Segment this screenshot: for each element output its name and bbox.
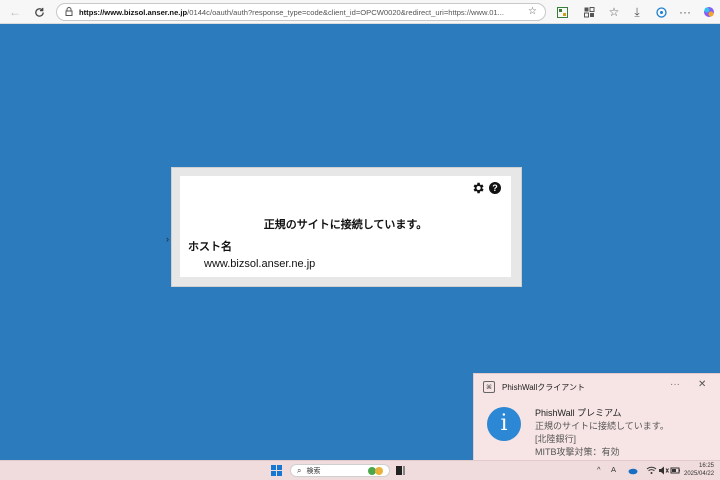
notification-close-button[interactable]: ✕ <box>698 379 706 390</box>
help-icon[interactable]: ? <box>489 182 501 194</box>
phishwall-app-icon: ⌘ <box>483 381 495 393</box>
back-icon[interactable]: ← <box>6 3 24 21</box>
favorite-star-icon[interactable]: ☆ <box>528 6 537 17</box>
dialog-title: 正規のサイトに接続しています。 <box>263 219 428 231</box>
windows-start-icon[interactable] <box>271 465 282 476</box>
notification-toast[interactable]: ⌘ PhishWallクライアント ··· ✕ i PhishWall プレミア… <box>473 373 720 460</box>
favorites-icon[interactable]: ☆ <box>605 3 623 21</box>
clock-date: 2025/04/22 <box>684 470 715 477</box>
extension-grid-icon[interactable] <box>580 3 598 21</box>
taskbar-search[interactable]: ⌕ 検索 <box>290 464 390 477</box>
info-icon: i <box>487 407 521 441</box>
tray-overflow-icon[interactable]: ^ <box>597 465 601 474</box>
clock-time: 16:25 <box>698 463 714 469</box>
downloads-icon[interactable]: ⤓ <box>628 3 646 21</box>
notification-app-name: PhishWallクライアント <box>502 383 585 392</box>
search-highlight-icon <box>368 467 383 475</box>
notification-line: 正規のサイトに接続しています。 <box>535 421 669 431</box>
volume-icon[interactable] <box>658 465 669 476</box>
url-host: https://www.bizsol.anser.ne.jp <box>79 7 188 17</box>
performance-icon[interactable] <box>652 3 670 21</box>
notification-title: PhishWall プレミアム <box>535 408 622 418</box>
notification-line: MITB攻撃対策：有効 <box>535 447 620 457</box>
taskbar: ⌕ 検索 ^ A 16:25 2025/04/22 <box>0 460 720 480</box>
system-clock[interactable]: 16:25 2025/04/22 <box>684 463 714 478</box>
copilot-icon[interactable] <box>700 3 718 21</box>
task-view-icon[interactable] <box>395 465 406 476</box>
host-name-value: www.bizsol.anser.ne.jp <box>204 258 316 270</box>
settings-gear-icon[interactable] <box>471 181 485 195</box>
more-menu-icon[interactable]: ··· <box>676 3 694 21</box>
search-icon: ⌕ <box>297 465 302 475</box>
extension-qr-icon[interactable] <box>553 3 571 21</box>
address-bar[interactable]: https://www.bizsol.anser.ne.jp/0144c/oau… <box>56 3 546 21</box>
ime-indicator[interactable]: A <box>611 465 616 474</box>
wifi-icon[interactable] <box>646 465 657 476</box>
dialog-content: ? 正規のサイトに接続しています。 ホスト名 www.bizsol.anser.… <box>180 176 511 277</box>
search-placeholder: 検索 <box>306 467 321 475</box>
onedrive-icon[interactable] <box>627 465 638 476</box>
notification-line: [北陸銀行] <box>535 434 577 444</box>
notification-more-button[interactable]: ··· <box>670 379 680 390</box>
battery-icon[interactable] <box>670 465 681 476</box>
phishwall-dialog: ? 正規のサイトに接続しています。 ホスト名 www.bizsol.anser.… <box>171 167 522 287</box>
browser-toolbar: ← https://www.bizsol.anser.ne.jp/0144c/o… <box>0 0 720 24</box>
host-name-label: ホスト名 <box>188 241 232 253</box>
url-path: /0144c/oauth/auth?response_type=code&cli… <box>187 7 504 17</box>
refresh-icon[interactable] <box>30 3 48 21</box>
site-info-icon[interactable] <box>65 6 73 18</box>
expand-chevron-icon: › <box>166 234 169 244</box>
